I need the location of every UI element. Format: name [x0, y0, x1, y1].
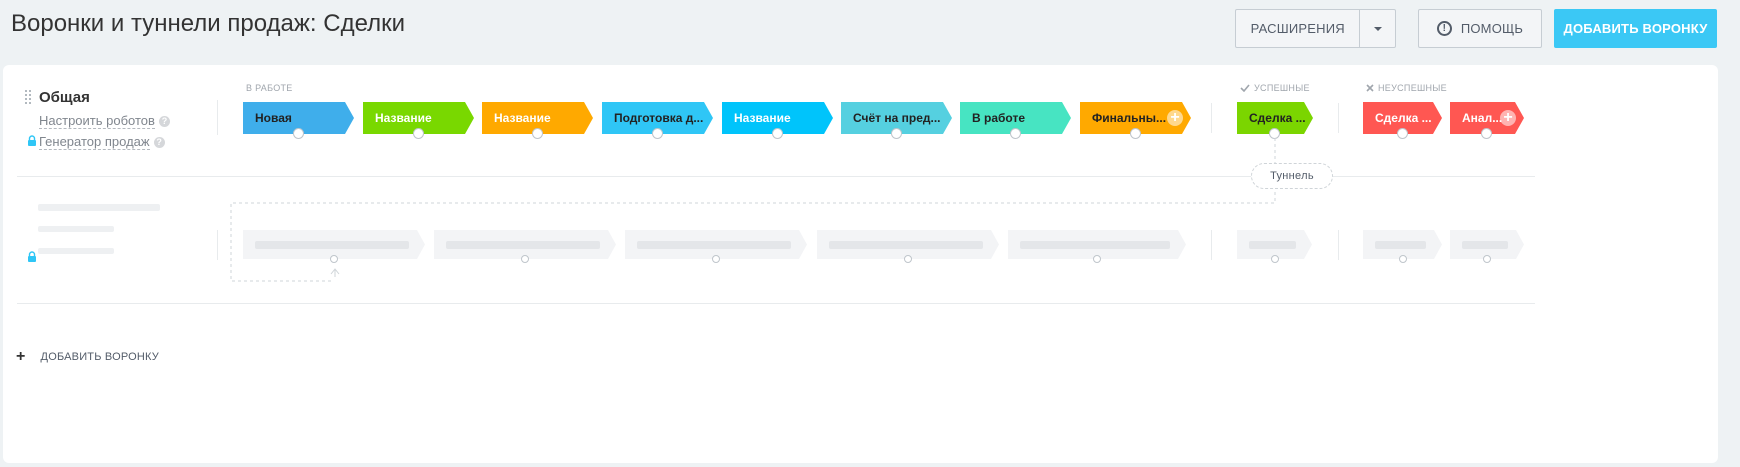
chevron-down-icon[interactable] [1360, 26, 1395, 32]
skeleton-connector-dot [904, 255, 912, 263]
skeleton-connector-dot [1398, 255, 1407, 263]
skeleton-connector-dot [330, 255, 338, 263]
add-funnel-button[interactable]: Добавить воронку [1554, 9, 1717, 48]
extensions-button[interactable]: Расширения [1235, 9, 1396, 48]
skeleton-connector-dot [1483, 255, 1491, 263]
divider [1338, 230, 1339, 260]
help-button[interactable]: ! Помощь [1418, 9, 1542, 48]
skeleton-bar [255, 241, 409, 249]
funnels-panel: Общая Настроить роботов? Генератор прода… [3, 65, 1718, 463]
skeleton-connector-dot [1270, 255, 1279, 263]
add-funnel-link[interactable]: + Добавить воронку [16, 348, 159, 366]
page-title: Воронки и туннели продаж: Сделки [11, 10, 406, 37]
add-funnel-link-label: Добавить воронку [40, 351, 159, 363]
skeleton-bar [1375, 241, 1426, 249]
info-icon: ! [1436, 21, 1452, 36]
skeleton-line [38, 248, 114, 254]
skeleton-bar [1249, 241, 1296, 249]
skeleton-bar [446, 241, 600, 249]
skeleton-bar [1020, 241, 1170, 249]
tunnel-button[interactable]: Туннель [1251, 163, 1333, 189]
divider [1211, 230, 1212, 260]
divider [217, 230, 218, 260]
skeleton-bar [829, 241, 983, 249]
plus-icon: + [16, 348, 26, 365]
skeleton-connector-dot [521, 255, 529, 263]
skeleton-bar [637, 241, 791, 249]
skeleton-line [38, 226, 114, 232]
tunnel-connector [230, 138, 1276, 282]
skeleton-connector-dot [712, 255, 720, 263]
top-bar: Воронки и туннели продаж: Сделки Расшире… [0, 0, 1740, 60]
skeleton-connector-dot [1093, 255, 1101, 263]
lock-icon [28, 251, 36, 262]
row-divider [17, 303, 1535, 304]
extensions-button-label: Расширения [1250, 21, 1345, 36]
skeleton-bar [1462, 241, 1508, 249]
skeleton-line [38, 204, 160, 211]
help-button-label: Помощь [1460, 21, 1524, 36]
